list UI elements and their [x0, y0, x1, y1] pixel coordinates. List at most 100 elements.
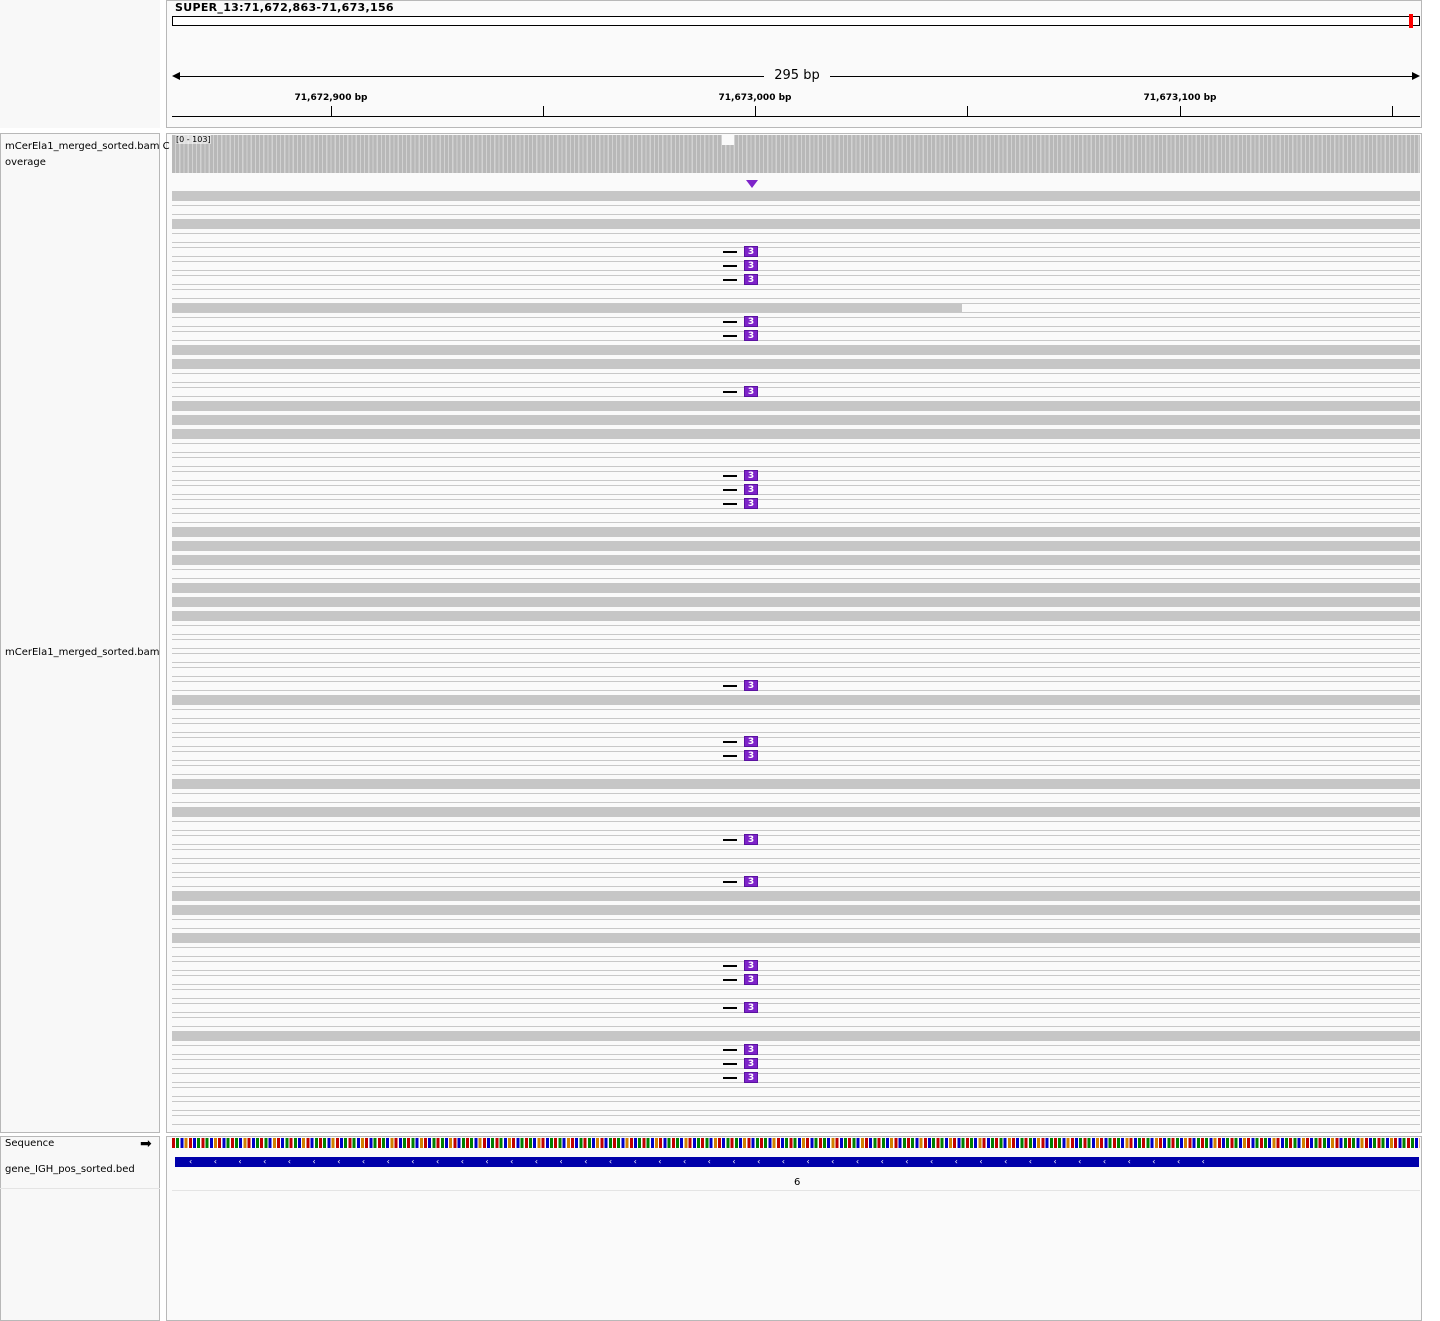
- aligned-read[interactable]: [172, 429, 1420, 439]
- aligned-read[interactable]: [172, 919, 1420, 929]
- aligned-read[interactable]: [172, 723, 1420, 733]
- insertion-marker[interactable]: 3: [744, 386, 758, 397]
- aligned-read[interactable]: [172, 765, 1420, 775]
- aligned-read[interactable]: [172, 1073, 1420, 1083]
- aligned-read[interactable]: [172, 709, 1420, 719]
- sequence-bases[interactable]: [172, 1138, 1420, 1148]
- insertion-marker[interactable]: 3: [744, 1044, 758, 1055]
- aligned-read[interactable]: [172, 499, 1420, 509]
- sequence-track-name[interactable]: Sequence: [5, 1138, 54, 1149]
- aligned-read[interactable]: [172, 737, 1420, 747]
- aligned-read[interactable]: [172, 555, 1420, 565]
- insertion-marker[interactable]: 3: [744, 680, 758, 691]
- aligned-read[interactable]: [172, 779, 1420, 789]
- coverage-histogram[interactable]: [172, 135, 1420, 173]
- aligned-read[interactable]: [172, 1115, 1420, 1125]
- aligned-read[interactable]: [172, 219, 1420, 229]
- aligned-read[interactable]: [172, 541, 1420, 551]
- coverage-track-name[interactable]: mCerEla1_merged_sorted.bam Coverage: [5, 139, 171, 171]
- insertion-marker[interactable]: 3: [744, 834, 758, 845]
- insertion-marker[interactable]: 3: [744, 498, 758, 509]
- insertion-marker[interactable]: 3: [744, 470, 758, 481]
- aligned-read[interactable]: [172, 639, 1420, 649]
- aligned-read[interactable]: [172, 331, 1420, 341]
- aligned-read[interactable]: [172, 373, 1420, 383]
- insertion-marker[interactable]: 3: [744, 974, 758, 985]
- ruler-tick-label: 71,673,100 bp: [1143, 93, 1217, 103]
- aligned-read[interactable]: [172, 1087, 1420, 1097]
- alignment-track-name[interactable]: mCerEla1_merged_sorted.bam: [5, 647, 165, 658]
- aligned-read[interactable]: [172, 527, 1420, 537]
- aligned-read[interactable]: [172, 1101, 1420, 1111]
- ruler-baseline: [172, 116, 1420, 117]
- aligned-read[interactable]: [172, 233, 1420, 243]
- aligned-read[interactable]: [172, 821, 1420, 831]
- aligned-read[interactable]: [172, 891, 1420, 901]
- insertion-marker[interactable]: 3: [744, 876, 758, 887]
- aligned-read[interactable]: [172, 1003, 1420, 1013]
- aligned-read[interactable]: [172, 387, 1420, 397]
- aligned-read[interactable]: [172, 513, 1420, 523]
- aligned-read[interactable]: [172, 625, 1420, 635]
- insertion-marker[interactable]: 3: [744, 1002, 758, 1013]
- insertion-marker[interactable]: 3: [744, 960, 758, 971]
- aligned-read[interactable]: [172, 303, 1420, 313]
- insertion-marker[interactable]: 3: [744, 274, 758, 285]
- aligned-read[interactable]: [172, 835, 1420, 845]
- aligned-read[interactable]: [172, 261, 1420, 271]
- aligned-read[interactable]: [172, 1045, 1420, 1055]
- chromosome-ideogram[interactable]: [172, 16, 1420, 26]
- aligned-read[interactable]: [172, 877, 1420, 887]
- aligned-read[interactable]: [172, 1059, 1420, 1069]
- aligned-read[interactable]: [172, 905, 1420, 915]
- bed-track-name[interactable]: gene_IGH_pos_sorted.bed: [5, 1164, 135, 1175]
- insertion-marker[interactable]: 3: [744, 246, 758, 257]
- aligned-read[interactable]: [172, 751, 1420, 761]
- deletion-marker: [723, 685, 737, 687]
- aligned-read[interactable]: [172, 205, 1420, 215]
- aligned-read[interactable]: [172, 569, 1420, 579]
- aligned-read[interactable]: [172, 289, 1420, 299]
- aligned-read[interactable]: [172, 863, 1420, 873]
- aligned-read[interactable]: [172, 443, 1420, 453]
- aligned-read[interactable]: [172, 807, 1420, 817]
- aligned-read[interactable]: [172, 191, 1420, 201]
- aligned-read[interactable]: [172, 583, 1420, 593]
- aligned-read[interactable]: [172, 947, 1420, 957]
- aligned-read[interactable]: [172, 471, 1420, 481]
- insertion-marker[interactable]: 3: [744, 316, 758, 327]
- aligned-read[interactable]: [172, 1017, 1420, 1027]
- insertion-marker[interactable]: 3: [744, 1058, 758, 1069]
- insertion-marker[interactable]: 3: [744, 330, 758, 341]
- aligned-read[interactable]: [172, 653, 1420, 663]
- gene-feature[interactable]: ‹‹‹‹‹‹‹‹‹‹‹‹‹‹‹‹‹‹‹‹‹‹‹‹‹‹‹‹‹‹‹‹‹‹‹‹‹‹‹‹…: [175, 1157, 1419, 1167]
- aligned-read[interactable]: [172, 933, 1420, 943]
- insertion-marker[interactable]: 3: [744, 484, 758, 495]
- insertion-marker[interactable]: 3: [744, 750, 758, 761]
- aligned-read[interactable]: [172, 975, 1420, 985]
- insertion-marker[interactable]: 3: [744, 736, 758, 747]
- aligned-read[interactable]: [172, 401, 1420, 411]
- aligned-read[interactable]: [172, 359, 1420, 369]
- aligned-read[interactable]: [172, 961, 1420, 971]
- aligned-read[interactable]: [172, 681, 1420, 691]
- aligned-read[interactable]: [172, 597, 1420, 607]
- aligned-read[interactable]: [172, 793, 1420, 803]
- aligned-read[interactable]: [172, 345, 1420, 355]
- aligned-read[interactable]: [172, 667, 1420, 677]
- aligned-read[interactable]: [172, 1031, 1420, 1041]
- insertion-marker[interactable]: 3: [744, 260, 758, 271]
- aligned-read[interactable]: [172, 849, 1420, 859]
- aligned-read[interactable]: [172, 415, 1420, 425]
- insertion-marker[interactable]: 3: [744, 1072, 758, 1083]
- deletion-marker: [723, 321, 737, 323]
- aligned-read[interactable]: [172, 485, 1420, 495]
- aligned-read[interactable]: [172, 695, 1420, 705]
- aligned-read[interactable]: [172, 317, 1420, 327]
- right-arrow-icon[interactable]: ➡: [140, 1137, 152, 1151]
- aligned-read[interactable]: [172, 611, 1420, 621]
- aligned-read[interactable]: [172, 989, 1420, 999]
- aligned-read[interactable]: [172, 457, 1420, 467]
- aligned-read[interactable]: [172, 247, 1420, 257]
- aligned-read[interactable]: [172, 275, 1420, 285]
